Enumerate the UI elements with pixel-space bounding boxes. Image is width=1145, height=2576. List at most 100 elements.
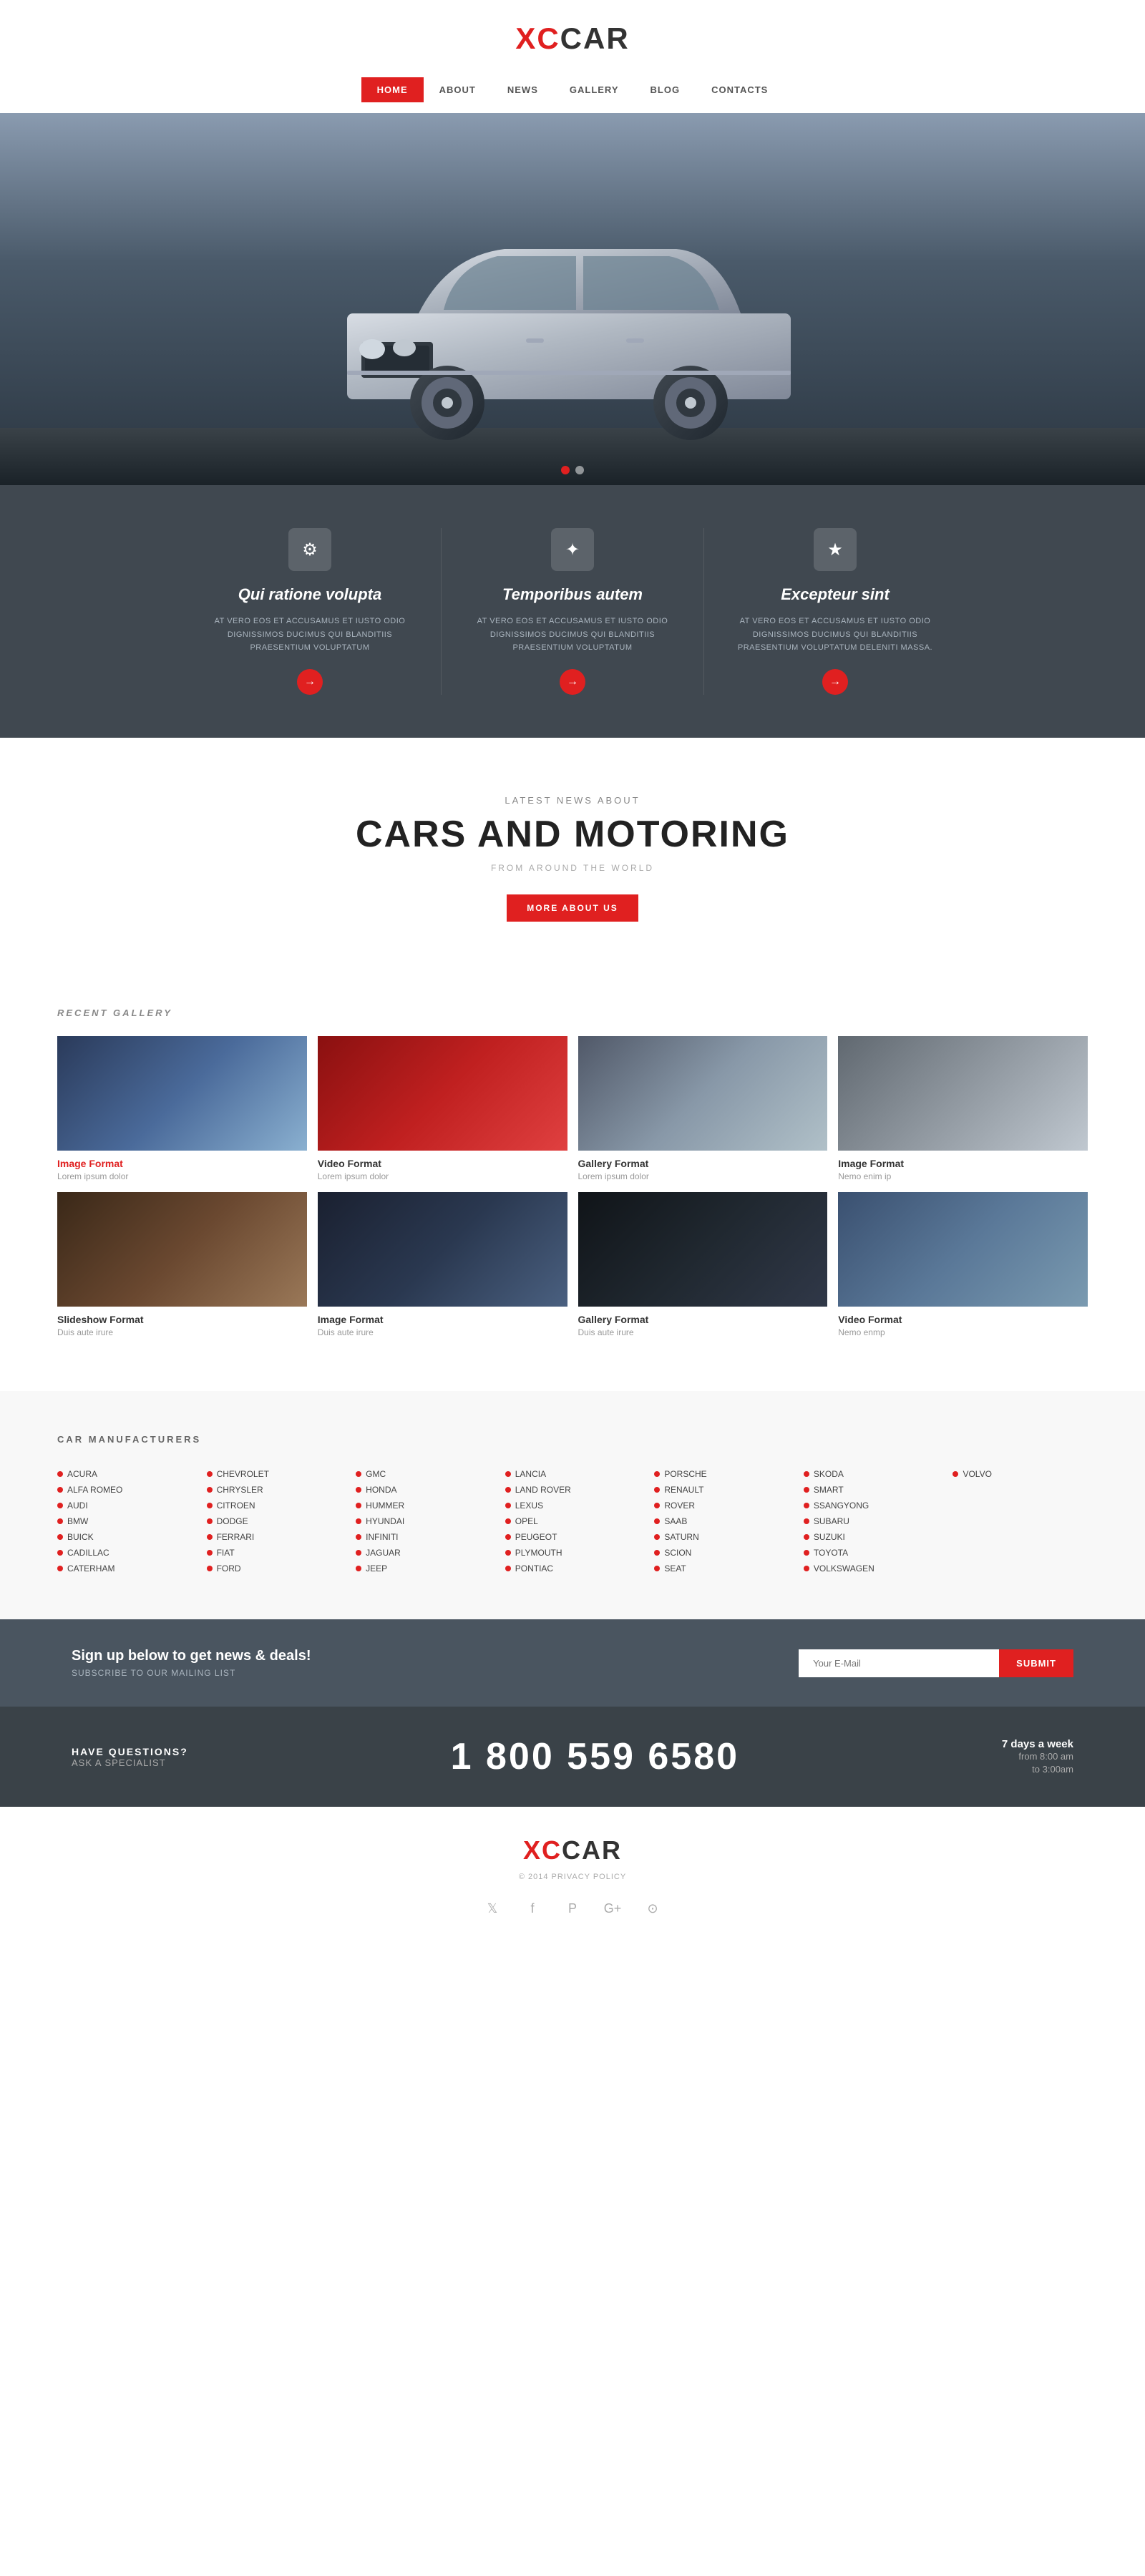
- nav-item-gallery[interactable]: GALLERY: [554, 77, 635, 102]
- footer-logo[interactable]: XCCAR: [14, 1835, 1131, 1865]
- hero-dot-1[interactable]: [561, 466, 570, 474]
- manufacturer-item[interactable]: FIAT: [207, 1545, 342, 1561]
- logo[interactable]: XCCAR: [0, 21, 1145, 56]
- signup-heading: Sign up below to get news & deals!: [72, 1648, 311, 1664]
- manufacturer-item[interactable]: SUZUKI: [804, 1529, 939, 1545]
- github-icon[interactable]: ⊙: [640, 1896, 666, 1921]
- contact-right: 7 days a week from 8:00 am to 3:00am: [1002, 1738, 1073, 1776]
- manufacturer-item[interactable]: SUBARU: [804, 1513, 939, 1529]
- manufacturer-item[interactable]: CHEVROLET: [207, 1466, 342, 1482]
- manufacturer-label: LAND ROVER: [515, 1485, 571, 1495]
- manufacturer-item[interactable]: HONDA: [356, 1482, 491, 1498]
- gallery-item-1[interactable]: Image Format Lorem ipsum dolor: [57, 1036, 307, 1181]
- nav-item-home[interactable]: HOME: [361, 77, 424, 102]
- manufacturer-item[interactable]: PEUGEOT: [505, 1529, 640, 1545]
- manufacturer-item[interactable]: SMART: [804, 1482, 939, 1498]
- manufacturer-dot: [505, 1534, 511, 1540]
- manufacturer-item[interactable]: PORSCHE: [654, 1466, 789, 1482]
- manufacturer-label: CATERHAM: [67, 1563, 114, 1574]
- gallery-item-2[interactable]: Video Format Lorem ipsum dolor: [318, 1036, 567, 1181]
- gallery-thumb-2: [318, 1036, 567, 1151]
- gallery-item-7[interactable]: Gallery Format Duis aute irure: [578, 1192, 828, 1337]
- contact-phone: 1 800 559 6580: [451, 1735, 739, 1778]
- manufacturer-dot: [57, 1534, 63, 1540]
- manufacturer-item[interactable]: BMW: [57, 1513, 193, 1529]
- manufacturer-item[interactable]: CITROEN: [207, 1498, 342, 1513]
- gallery-caption-7: Duis aute irure: [578, 1327, 828, 1337]
- manufacturer-dot: [804, 1534, 809, 1540]
- manufacturer-label: CHRYSLER: [217, 1485, 263, 1495]
- manufacturer-item[interactable]: GMC: [356, 1466, 491, 1482]
- feature-arrow-3[interactable]: →: [822, 669, 848, 695]
- manufacturer-item[interactable]: JEEP: [356, 1561, 491, 1576]
- manufacturer-item[interactable]: HUMMER: [356, 1498, 491, 1513]
- manufacturer-dot: [505, 1550, 511, 1556]
- manufacturer-item[interactable]: SAAB: [654, 1513, 789, 1529]
- manufacturer-label: HUMMER: [366, 1501, 404, 1511]
- manufacturer-dot: [207, 1550, 213, 1556]
- gallery-item-4[interactable]: Image Format Nemo enim ip: [838, 1036, 1088, 1181]
- manufacturer-item[interactable]: RENAULT: [654, 1482, 789, 1498]
- manufacturer-item[interactable]: SEAT: [654, 1561, 789, 1576]
- manufacturer-item[interactable]: VOLVO: [952, 1466, 1088, 1482]
- signup-submit-button[interactable]: submit: [999, 1649, 1073, 1677]
- manufacturer-item[interactable]: CADILLAC: [57, 1545, 193, 1561]
- manufacturer-item[interactable]: SCION: [654, 1545, 789, 1561]
- gallery-item-8[interactable]: Video Format Nemo enmp: [838, 1192, 1088, 1337]
- manufacturer-item[interactable]: HYUNDAI: [356, 1513, 491, 1529]
- manufacturer-item[interactable]: FORD: [207, 1561, 342, 1576]
- manufacturer-item[interactable]: LANCIA: [505, 1466, 640, 1482]
- nav-item-blog[interactable]: BLOG: [635, 77, 696, 102]
- manufacturer-item[interactable]: SKODA: [804, 1466, 939, 1482]
- manufacturer-item[interactable]: PLYMOUTH: [505, 1545, 640, 1561]
- feature-desc-2: AT VERO EOS ET ACCUSAMUS ET IUSTO ODIO D…: [463, 615, 682, 655]
- nav-item-contacts[interactable]: CONTACTS: [696, 77, 784, 102]
- manufacturer-label: SUBARU: [814, 1516, 849, 1526]
- contact-hours3: to 3:00am: [1032, 1764, 1073, 1775]
- manufacturer-item[interactable]: BUICK: [57, 1529, 193, 1545]
- gallery-item-3[interactable]: Gallery Format Lorem ipsum dolor: [578, 1036, 828, 1181]
- feature-arrow-1[interactable]: →: [297, 669, 323, 695]
- gallery-caption-8: Nemo enmp: [838, 1327, 1088, 1337]
- manufacturer-dot: [804, 1471, 809, 1477]
- manufacturer-item[interactable]: LEXUS: [505, 1498, 640, 1513]
- gallery-item-5[interactable]: Slideshow Format Duis aute irure: [57, 1192, 307, 1337]
- news-from: FROM AROUND THE WORLD: [14, 863, 1131, 873]
- pinterest-icon[interactable]: P: [560, 1896, 585, 1921]
- manufacturer-item[interactable]: INFINITI: [356, 1529, 491, 1545]
- manufacturer-item[interactable]: OPEL: [505, 1513, 640, 1529]
- manufacturer-item[interactable]: ROVER: [654, 1498, 789, 1513]
- nav-item-about[interactable]: ABOUT: [424, 77, 492, 102]
- hero-dot-2[interactable]: [575, 466, 584, 474]
- google-plus-icon[interactable]: G+: [600, 1896, 625, 1921]
- email-input[interactable]: [799, 1649, 999, 1677]
- manufacturer-item[interactable]: LAND ROVER: [505, 1482, 640, 1498]
- manufacturer-item[interactable]: JAGUAR: [356, 1545, 491, 1561]
- hero-section: [0, 113, 1145, 485]
- feature-item-2: ✦ Temporibus autem AT VERO EOS ET ACCUSA…: [442, 528, 703, 695]
- footer-logo-car: CAR: [562, 1835, 622, 1865]
- manufacturer-item[interactable]: DODGE: [207, 1513, 342, 1529]
- manufacturer-item[interactable]: FERRARI: [207, 1529, 342, 1545]
- signup-section: Sign up below to get news & deals! SUBSC…: [0, 1619, 1145, 1707]
- manufacturer-item[interactable]: ACURA: [57, 1466, 193, 1482]
- feature-arrow-2[interactable]: →: [560, 669, 585, 695]
- twitter-icon[interactable]: 𝕏: [479, 1896, 505, 1921]
- manufacturer-item[interactable]: AUDI: [57, 1498, 193, 1513]
- manufacturer-item[interactable]: ALFA ROMEO: [57, 1482, 193, 1498]
- gallery-item-6[interactable]: Image Format Duis aute irure: [318, 1192, 567, 1337]
- manufacturer-label: FIAT: [217, 1548, 235, 1558]
- manufacturer-label: PORSCHE: [664, 1469, 706, 1479]
- manufacturer-item[interactable]: SSANGYONG: [804, 1498, 939, 1513]
- manufacturer-item[interactable]: CATERHAM: [57, 1561, 193, 1576]
- gallery-format-6: Image Format: [318, 1314, 567, 1325]
- facebook-icon[interactable]: f: [520, 1896, 545, 1921]
- manufacturer-label: PONTIAC: [515, 1563, 553, 1574]
- nav-item-news[interactable]: NEWS: [492, 77, 554, 102]
- manufacturer-item[interactable]: SATURN: [654, 1529, 789, 1545]
- manufacturer-item[interactable]: VOLKSWAGEN: [804, 1561, 939, 1576]
- manufacturer-item[interactable]: PONTIAC: [505, 1561, 640, 1576]
- manufacturer-item[interactable]: TOYOTA: [804, 1545, 939, 1561]
- more-about-us-button[interactable]: MORE ABOUT US: [507, 894, 638, 922]
- manufacturer-item[interactable]: CHRYSLER: [207, 1482, 342, 1498]
